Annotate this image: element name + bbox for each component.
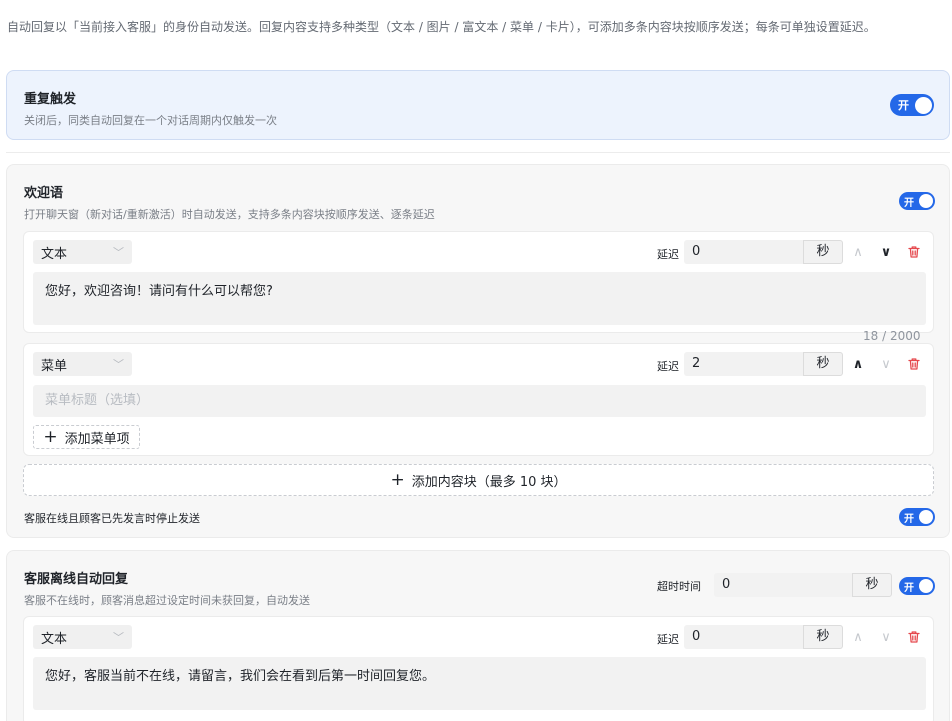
delay-unit: 秒 bbox=[803, 625, 843, 649]
section-divider bbox=[6, 152, 950, 153]
char-counter: 18 / 2000 bbox=[863, 329, 921, 343]
content-textarea[interactable]: 您好，客服当前不在线，请留言，我们会在看到后第一时间回复您。 bbox=[33, 657, 926, 710]
content-block-menu: 菜单 ﹀ 延迟 2 秒 ∧ ∨ 菜单标题（选填） + 添加菜单项 bbox=[23, 343, 934, 456]
delay-unit: 秒 bbox=[803, 240, 843, 264]
stop-sending-label: 客服在线且顾客已先发言时停止发送 bbox=[24, 512, 200, 525]
arrow-down-icon[interactable]: ∨ bbox=[879, 246, 893, 260]
repeat-trigger-desc: 关闭后，同类自动回复在一个对话周期内仅触发一次 bbox=[24, 114, 277, 127]
content-block-text: 文本 ﹀ 延迟 0 秒 ∧ ∨ 您好，欢迎咨询！请问有什么可以帮您? bbox=[23, 231, 934, 333]
block-type-select[interactable]: 文本 ﹀ bbox=[33, 625, 132, 649]
add-content-block-button[interactable]: + 添加内容块（最多 10 块） bbox=[23, 464, 934, 496]
repeat-trigger-title: 重复触发 bbox=[24, 92, 77, 107]
menu-title-input[interactable]: 菜单标题（选填） bbox=[33, 385, 926, 417]
switch-label: 开 bbox=[904, 197, 914, 209]
block-type-value: 文本 bbox=[41, 631, 68, 647]
trash-icon[interactable] bbox=[907, 245, 921, 259]
delay-input[interactable]: 0 bbox=[684, 625, 803, 649]
timeout-label: 超时时间 bbox=[657, 580, 701, 593]
switch-label: 开 bbox=[904, 582, 914, 594]
content-textarea[interactable]: 您好，欢迎咨询！请问有什么可以帮您? bbox=[33, 272, 926, 325]
block-type-value: 文本 bbox=[41, 246, 68, 262]
delay-input[interactable]: 2 bbox=[684, 352, 803, 376]
welcome-desc: 打开聊天窗（新对话/重新激活）时自动发送，支持多条内容块按顺序发送、逐条延迟 bbox=[24, 208, 435, 221]
repeat-trigger-switch[interactable]: 开 bbox=[890, 94, 934, 116]
offline-switch[interactable]: 开 bbox=[899, 577, 935, 595]
offline-title: 客服离线自动回复 bbox=[24, 572, 129, 587]
chevron-down-icon: ﹀ bbox=[113, 631, 124, 644]
welcome-card: 欢迎语 打开聊天窗（新对话/重新激活）时自动发送，支持多条内容块按顺序发送、逐条… bbox=[6, 164, 950, 538]
block-type-value: 菜单 bbox=[41, 358, 68, 374]
delay-input[interactable]: 0 bbox=[684, 240, 803, 264]
repeat-trigger-card: 重复触发 关闭后，同类自动回复在一个对话周期内仅触发一次 开 bbox=[6, 70, 950, 140]
welcome-title: 欢迎语 bbox=[24, 186, 64, 201]
offline-card: 客服离线自动回复 客服不在线时，顾客消息超过设定时间未获回复，自动发送 超时时间… bbox=[6, 550, 950, 721]
block-type-select[interactable]: 文本 ﹀ bbox=[33, 240, 132, 264]
arrow-up-icon[interactable]: ∧ bbox=[851, 358, 865, 372]
timeout-input[interactable]: 0 bbox=[714, 573, 852, 597]
content-block-text: 文本 ﹀ 延迟 0 秒 ∧ ∨ 您好，客服当前不在线，请留言，我们会在看到后第一… bbox=[23, 616, 934, 721]
block-type-select[interactable]: 菜单 ﹀ bbox=[33, 352, 132, 376]
arrow-down-icon[interactable]: ∨ bbox=[879, 358, 893, 372]
switch-knob bbox=[914, 96, 932, 114]
add-menu-item-label: 添加菜单项 bbox=[64, 431, 130, 447]
arrow-up-icon[interactable]: ∧ bbox=[851, 246, 865, 260]
add-menu-item-button[interactable]: + 添加菜单项 bbox=[33, 425, 140, 449]
chevron-down-icon: ﹀ bbox=[113, 358, 124, 371]
plus-icon: + bbox=[390, 469, 405, 490]
welcome-switch[interactable]: 开 bbox=[899, 192, 935, 210]
switch-knob bbox=[919, 579, 933, 593]
add-content-block-label: 添加内容块（最多 10 块） bbox=[411, 474, 567, 490]
switch-label: 开 bbox=[898, 99, 909, 112]
arrow-up-icon[interactable]: ∧ bbox=[851, 631, 865, 645]
switch-label: 开 bbox=[904, 513, 914, 525]
delay-unit: 秒 bbox=[803, 352, 843, 376]
delay-label: 延迟 bbox=[657, 360, 679, 373]
intro-text: 自动回复以「当前接入客服」的身份自动发送。回复内容支持多种类型（文本 / 图片 … bbox=[7, 20, 876, 34]
trash-icon[interactable] bbox=[907, 630, 921, 644]
offline-desc: 客服不在线时，顾客消息超过设定时间未获回复，自动发送 bbox=[24, 594, 310, 607]
delay-label: 延迟 bbox=[657, 248, 679, 261]
chevron-down-icon: ﹀ bbox=[113, 246, 124, 259]
arrow-down-icon[interactable]: ∨ bbox=[879, 631, 893, 645]
stop-sending-switch[interactable]: 开 bbox=[899, 508, 935, 526]
timeout-unit: 秒 bbox=[852, 573, 892, 597]
trash-icon[interactable] bbox=[907, 357, 921, 371]
switch-knob bbox=[919, 194, 933, 208]
delay-label: 延迟 bbox=[657, 633, 679, 646]
plus-icon: + bbox=[43, 426, 58, 447]
switch-knob bbox=[919, 510, 933, 524]
